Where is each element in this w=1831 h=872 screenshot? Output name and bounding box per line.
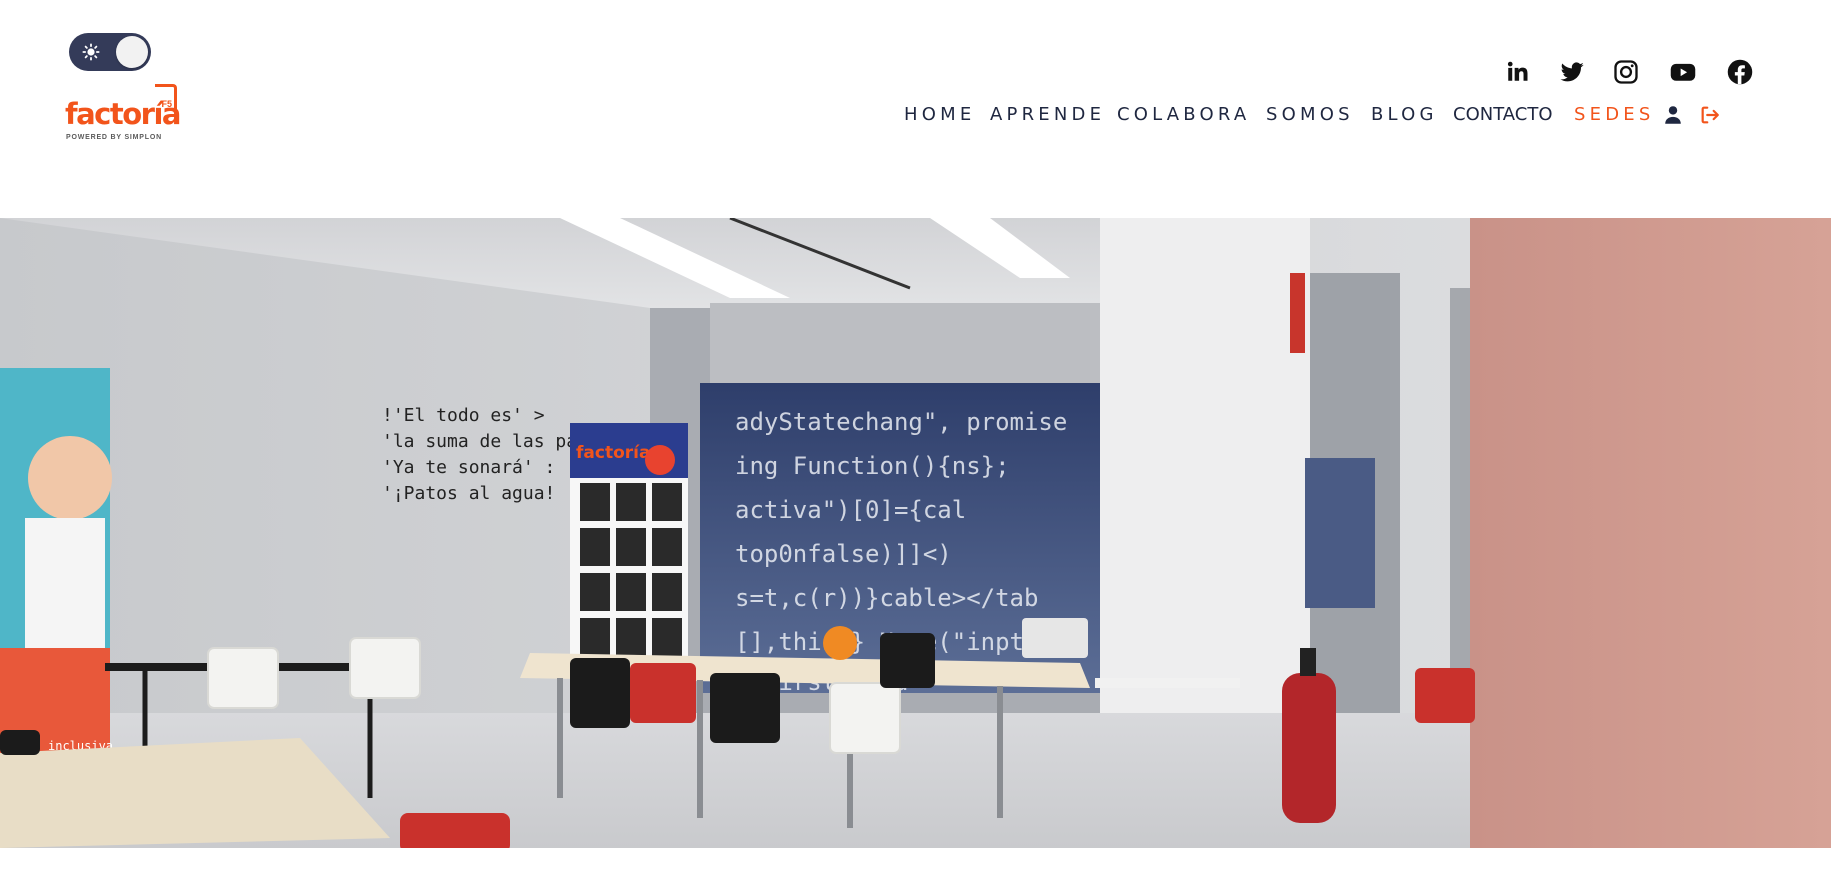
theme-toggle[interactable] [69,33,151,71]
logo-tagline: POWERED BY SIMPLON [66,134,162,141]
svg-text:activa")[0]={cal: activa")[0]={cal [735,496,966,524]
svg-text:[],thisn} Name("inpt: [],thisn} Name("inpt [735,628,1024,656]
instagram-icon[interactable] [1612,58,1640,86]
svg-text:ing Function(){ns};: ing Function(){ns}; [735,452,1010,480]
svg-text:s=t,c(r))}cable></tab: s=t,c(r))}cable></tab [735,584,1038,612]
nav-sedes[interactable]: SEDES [1574,103,1654,127]
nav-colabora[interactable]: COLABORA [1117,103,1250,127]
factoria-logo[interactable]: factoría F5 POWERED BY SIMPLON [64,84,182,144]
sun-icon [82,43,100,61]
twitter-icon[interactable] [1558,58,1586,86]
nav-blog[interactable]: BLOG [1371,103,1438,127]
site-header: factoría F5 POWERED BY SIMPLON HOME APRE… [0,0,1831,218]
nav-contacto[interactable]: CONTACTO [1453,103,1553,127]
youtube-icon[interactable] [1669,58,1697,86]
sign-out-icon[interactable] [1699,104,1721,126]
nav-somos[interactable]: SOMOS [1266,103,1354,127]
svg-text:top0nfalse)]]<): top0nfalse)]]<) [735,540,952,568]
classroom-photo: adyStatechang", promise ing Function(){n… [0,218,1831,848]
logo-badge: F5 [155,84,177,110]
linkedin-icon[interactable] [1503,58,1531,86]
nav-aprende[interactable]: APRENDE [990,103,1105,127]
user-icon[interactable] [1662,104,1684,126]
wall-text-line-4: '¡Patos al agua! [382,483,555,504]
svg-text:adyStatechang", promise: adyStatechang", promise [735,408,1067,436]
banner-brand: factoría [576,443,650,463]
wall-text-line-3: 'Ya te sonará' : [382,457,555,478]
toggle-knob [116,36,148,68]
nav-home[interactable]: HOME [904,103,975,127]
wall-text-line-1: !'El todo es' > [382,405,545,426]
hero-photo: adyStatechang", promise ing Function(){n… [0,218,1831,848]
facebook-icon[interactable] [1726,58,1754,86]
